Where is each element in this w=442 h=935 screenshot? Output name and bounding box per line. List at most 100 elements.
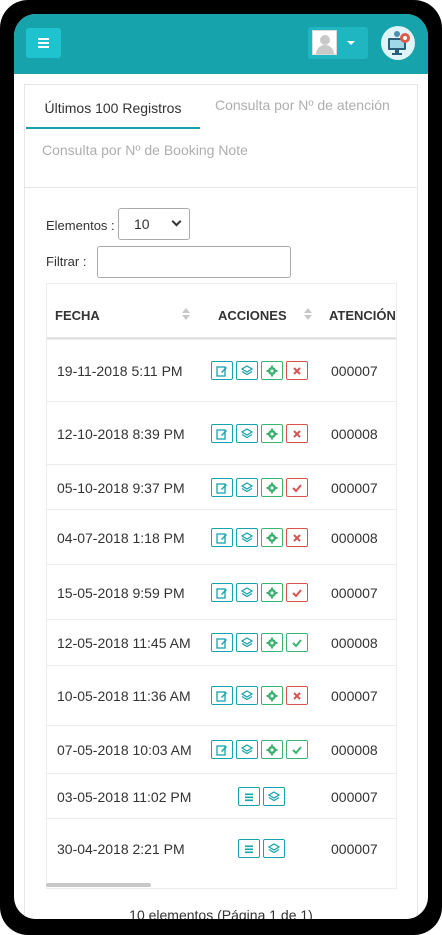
- check-button[interactable]: [286, 478, 308, 497]
- close-button[interactable]: [286, 361, 308, 380]
- gear-icon: [266, 482, 278, 494]
- page-size-select[interactable]: 10: [118, 208, 190, 240]
- date-cell: 12-10-2018 8:39 PM: [57, 426, 185, 442]
- layers-button[interactable]: [263, 787, 285, 806]
- close-button[interactable]: [286, 686, 308, 705]
- layers-button[interactable]: [236, 686, 258, 705]
- layers-button[interactable]: [236, 583, 258, 602]
- monitor-gear-icon[interactable]: [381, 26, 415, 60]
- layers-button[interactable]: [236, 740, 258, 759]
- gear-button[interactable]: [261, 478, 283, 497]
- edit-button[interactable]: [211, 424, 233, 443]
- gear-button[interactable]: [261, 361, 283, 380]
- layers-icon: [241, 427, 253, 440]
- user-menu-button[interactable]: [308, 27, 368, 59]
- check-button[interactable]: [286, 740, 308, 759]
- gear-button[interactable]: [261, 528, 283, 547]
- layers-icon: [241, 689, 253, 702]
- records-table: FECHA ACCIONES ATENCIÓN 19-11-2018 5:11 …: [46, 283, 397, 889]
- attention-cell: 000007: [331, 789, 378, 805]
- records-card: Últimos 100 Registros Consulta por Nº de…: [24, 84, 418, 919]
- edit-button[interactable]: [211, 583, 233, 602]
- edit-icon: [216, 482, 228, 494]
- table-row: 03-05-2018 11:02 PM 000007: [47, 773, 396, 818]
- tab-latest-records[interactable]: Últimos 100 Registros: [26, 85, 200, 129]
- row-actions: [211, 478, 308, 497]
- tab-booking-note[interactable]: Consulta por Nº de Booking Note: [42, 142, 248, 158]
- gear-icon: [266, 428, 278, 440]
- tab-attention-number[interactable]: Consulta por Nº de atención: [215, 97, 390, 113]
- horizontal-scrollbar[interactable]: [46, 883, 151, 887]
- gear-icon: [266, 587, 278, 599]
- attention-cell: 000008: [331, 635, 378, 651]
- gear-button[interactable]: [261, 740, 283, 759]
- sort-icon[interactable]: [304, 308, 312, 320]
- table-row: 05-10-2018 9:37 PM 000007: [47, 464, 396, 509]
- date-cell: 07-05-2018 10:03 AM: [57, 742, 192, 758]
- edit-button[interactable]: [211, 528, 233, 547]
- edit-button[interactable]: [211, 633, 233, 652]
- layers-icon: [268, 842, 280, 855]
- layers-button[interactable]: [236, 478, 258, 497]
- row-actions: [211, 528, 308, 547]
- check-icon: [291, 482, 303, 494]
- edit-button[interactable]: [211, 478, 233, 497]
- filter-input[interactable]: [97, 246, 291, 278]
- close-button[interactable]: [286, 528, 308, 547]
- top-bar: [14, 14, 428, 74]
- column-header-actions[interactable]: ACCIONES: [218, 308, 287, 323]
- row-actions: [238, 839, 285, 858]
- gear-icon: [266, 744, 278, 756]
- row-actions: [211, 686, 308, 705]
- check-icon: [291, 637, 303, 649]
- row-actions: [211, 424, 308, 443]
- layers-button[interactable]: [236, 528, 258, 547]
- table-row: 07-05-2018 10:03 AM 000008: [47, 725, 396, 773]
- edit-button[interactable]: [211, 740, 233, 759]
- check-button[interactable]: [286, 633, 308, 652]
- gear-button[interactable]: [261, 424, 283, 443]
- table-row: 12-05-2018 11:45 AM 000008: [47, 619, 396, 665]
- list-button[interactable]: [238, 839, 260, 858]
- row-actions: [211, 740, 308, 759]
- layers-button[interactable]: [236, 361, 258, 380]
- gear-icon: [266, 365, 278, 377]
- check-button[interactable]: [286, 583, 308, 602]
- layers-button[interactable]: [236, 633, 258, 652]
- caret-down-icon: [347, 41, 355, 45]
- date-cell: 05-10-2018 9:37 PM: [57, 480, 185, 496]
- list-icon: [243, 791, 255, 803]
- gear-button[interactable]: [261, 633, 283, 652]
- menu-button[interactable]: [26, 28, 61, 58]
- row-actions: [238, 787, 285, 806]
- column-header-date[interactable]: FECHA: [55, 308, 100, 323]
- gear-button[interactable]: [261, 583, 283, 602]
- gear-button[interactable]: [261, 686, 283, 705]
- edit-icon: [216, 637, 228, 649]
- close-icon: [291, 428, 303, 440]
- edit-icon: [216, 365, 228, 377]
- user-avatar-icon: [312, 30, 337, 55]
- attention-cell: 000007: [331, 363, 378, 379]
- layers-button[interactable]: [263, 839, 285, 858]
- sort-icon[interactable]: [182, 308, 190, 320]
- layers-icon: [241, 364, 253, 377]
- check-icon: [291, 744, 303, 756]
- layers-button[interactable]: [236, 424, 258, 443]
- row-actions: [211, 583, 308, 602]
- edit-icon: [216, 532, 228, 544]
- row-actions: [211, 633, 308, 652]
- row-actions: [211, 361, 308, 380]
- table-row: 12-10-2018 8:39 PM 000008: [47, 401, 396, 464]
- column-header-attention[interactable]: ATENCIÓN: [329, 308, 396, 323]
- list-button[interactable]: [238, 787, 260, 806]
- edit-button[interactable]: [211, 686, 233, 705]
- table-header: FECHA ACCIONES ATENCIÓN: [47, 284, 396, 339]
- chevron-down-icon: [171, 216, 182, 227]
- close-button[interactable]: [286, 424, 308, 443]
- edit-button[interactable]: [211, 361, 233, 380]
- attention-cell: 000007: [331, 841, 378, 857]
- attention-cell: 000007: [331, 480, 378, 496]
- filter-label: Filtrar :: [46, 254, 87, 269]
- edit-icon: [216, 744, 228, 756]
